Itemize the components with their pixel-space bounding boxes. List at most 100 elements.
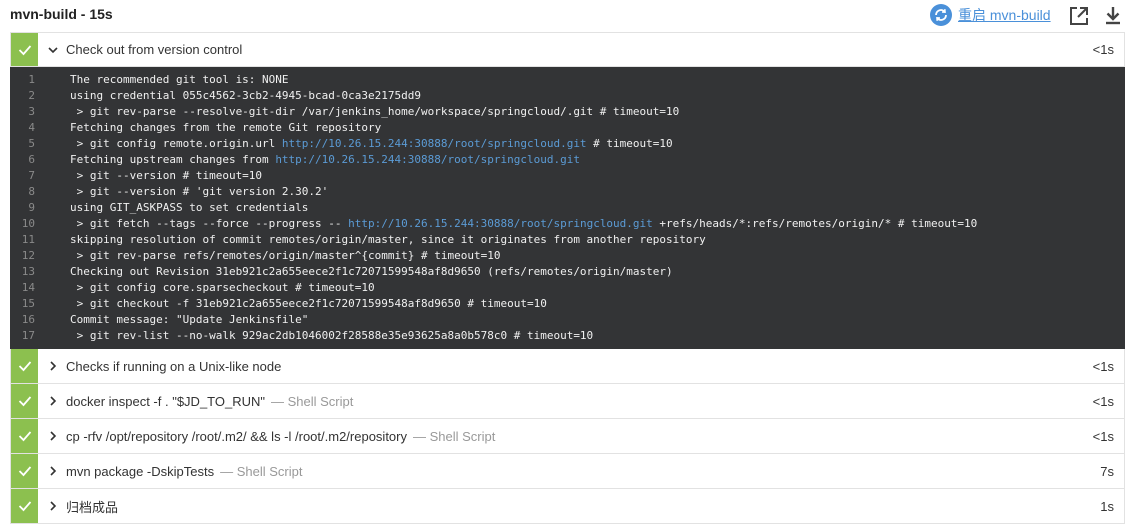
step-duration: <1s [1092, 42, 1114, 57]
log-text: Fetching upstream changes from [70, 153, 276, 166]
console-log: 1 The recommended git tool is: NONE 2 using… [10, 67, 1125, 349]
log-line-number[interactable]: 12 [10, 248, 70, 264]
top-bar: mvn-build - 15s 重启 mvn-build [0, 0, 1130, 32]
step-item: cp -rfv /opt/repository /root/.m2/ && ls… [10, 419, 1125, 454]
log-text: > git rev-parse refs/remotes/origin/mast… [70, 249, 501, 262]
log-text: > git checkout -f 31eb921c2a655eece2f1c7… [70, 297, 547, 310]
step-header[interactable]: mvn package -DskipTests — Shell Script 7… [10, 454, 1125, 489]
chevron-down-icon[interactable] [44, 44, 62, 56]
page-title: mvn-build - 15s [10, 6, 113, 22]
step-duration: <1s [1092, 393, 1114, 409]
log-line-number[interactable]: 6 [10, 152, 70, 168]
log-line-number[interactable]: 4 [10, 120, 70, 136]
step-title: 归档成品 [66, 499, 119, 515]
log-text: > git rev-parse --resolve-git-dir /var/j… [70, 105, 680, 118]
log-line: 12 > git rev-parse refs/remotes/origin/m… [10, 248, 1125, 264]
step-item: Check out from version control <1s 1 The … [10, 32, 1125, 349]
log-line: 10 > git fetch --tags --force --progress… [10, 216, 1125, 232]
log-line-number[interactable]: 15 [10, 296, 70, 312]
log-line-number[interactable]: 14 [10, 280, 70, 296]
step-item: 归档成品 1s [10, 489, 1125, 524]
log-text: # timeout=10 [586, 137, 673, 150]
log-text: skipping resolution of commit remotes/or… [70, 233, 706, 246]
log-text: The recommended git tool is: NONE [70, 73, 289, 86]
log-line: 14 > git config core.sparsecheckout # ti… [10, 280, 1125, 296]
step-duration: <1s [1092, 358, 1114, 374]
checkmark-icon [18, 466, 31, 477]
step-duration: 1s [1100, 498, 1114, 514]
download-icon[interactable] [1102, 5, 1124, 27]
chevron-right-icon[interactable] [44, 360, 62, 372]
restart-link[interactable]: 重启 mvn-build [958, 5, 1051, 25]
log-line-number[interactable]: 5 [10, 136, 70, 152]
log-line: 15 > git checkout -f 31eb921c2a655eece2f… [10, 296, 1125, 312]
log-link[interactable]: http://10.26.15.244:30888/root/springclo… [275, 152, 580, 168]
log-line-number[interactable]: 8 [10, 184, 70, 200]
log-line: 17 > git rev-list --no-walk 929ac2db1046… [10, 328, 1125, 344]
log-line-number[interactable]: 2 [10, 88, 70, 104]
log-line: 8 > git --version # 'git version 2.30.2' [10, 184, 1125, 200]
step-subtitle: — Shell Script [220, 463, 303, 479]
log-line: 2 using credential 055c4562-3cb2-4945-bca… [10, 88, 1125, 104]
success-status [11, 33, 38, 66]
log-link[interactable]: http://10.26.15.244:30888/root/springclo… [282, 136, 587, 152]
step-title: Checks if running on a Unix-like node [66, 358, 282, 374]
log-line: 3 > git rev-parse --resolve-git-dir /var… [10, 104, 1125, 120]
log-line-number[interactable]: 7 [10, 168, 70, 184]
log-line-number[interactable]: 16 [10, 312, 70, 328]
step-title: mvn package -DskipTests [66, 463, 215, 479]
step-list: Check out from version control <1s 1 The … [10, 32, 1125, 524]
log-line-number[interactable]: 9 [10, 200, 70, 216]
checkmark-icon [18, 361, 31, 372]
step-title: docker inspect -f . "$JD_TO_RUN" [66, 393, 265, 409]
log-line-number[interactable]: 3 [10, 104, 70, 120]
step-header[interactable]: 归档成品 1s [10, 489, 1125, 524]
log-text: +refs/heads/*:refs/remotes/origin/* # ti… [652, 217, 978, 230]
log-line-number[interactable]: 11 [10, 232, 70, 248]
step-header[interactable]: docker inspect -f . "$JD_TO_RUN" — Shell… [10, 384, 1125, 419]
log-text: Commit message: "Update Jenkinsfile" [70, 313, 309, 326]
chevron-right-icon[interactable] [44, 430, 62, 442]
checkmark-icon [18, 431, 31, 442]
step-header[interactable]: Check out from version control <1s [10, 32, 1125, 67]
success-status [11, 454, 38, 488]
step-header[interactable]: cp -rfv /opt/repository /root/.m2/ && ls… [10, 419, 1125, 454]
log-text: > git rev-list --no-walk 929ac2db1046002… [70, 329, 594, 342]
log-line: 6 Fetching upstream changes from http://1… [10, 152, 1125, 168]
log-line-number[interactable]: 10 [10, 216, 70, 232]
log-line: 5 > git config remote.origin.url http://… [10, 136, 1125, 152]
success-status [11, 384, 38, 418]
step-subtitle: — Shell Script [413, 428, 496, 444]
step-duration: <1s [1092, 428, 1114, 444]
log-link[interactable]: http://10.26.15.244:30888/root/springclo… [348, 216, 653, 232]
checkmark-icon [18, 44, 31, 55]
open-external-icon[interactable] [1068, 5, 1090, 27]
log-line-number[interactable]: 17 [10, 328, 70, 344]
step-item: mvn package -DskipTests — Shell Script 7… [10, 454, 1125, 489]
chevron-right-icon[interactable] [44, 395, 62, 407]
restart-control[interactable]: 重启 mvn-build [930, 3, 1051, 27]
log-text: > git --version # timeout=10 [70, 169, 263, 182]
log-line: 16 Commit message: "Update Jenkinsfile" [10, 312, 1125, 328]
log-line: 7 > git --version # timeout=10 [10, 168, 1125, 184]
log-line-number[interactable]: 1 [10, 72, 70, 88]
log-text: > git fetch --tags --force --progress -- [70, 217, 349, 230]
log-text: Checking out Revision 31eb921c2a655eece2… [70, 265, 673, 278]
log-text: > git --version # 'git version 2.30.2' [70, 185, 329, 198]
log-line: 4 Fetching changes from the remote Git re… [10, 120, 1125, 136]
step-header[interactable]: Checks if running on a Unix-like node <1… [10, 349, 1125, 384]
success-status [11, 349, 38, 383]
log-text: > git config core.sparsecheckout # timeo… [70, 281, 375, 294]
chevron-right-icon[interactable] [44, 500, 62, 512]
chevron-right-icon[interactable] [44, 465, 62, 477]
step-item: docker inspect -f . "$JD_TO_RUN" — Shell… [10, 384, 1125, 419]
log-text: using GIT_ASKPASS to set credentials [70, 201, 309, 214]
restart-icon[interactable] [930, 4, 952, 26]
step-title: Check out from version control [66, 42, 243, 57]
step-subtitle: — Shell Script [271, 393, 354, 409]
log-text: using credential 055c4562-3cb2-4945-bcad… [70, 89, 421, 102]
log-text: > git config remote.origin.url [70, 137, 282, 150]
log-line-number[interactable]: 13 [10, 264, 70, 280]
checkmark-icon [18, 501, 31, 512]
step-duration: 7s [1100, 463, 1114, 479]
